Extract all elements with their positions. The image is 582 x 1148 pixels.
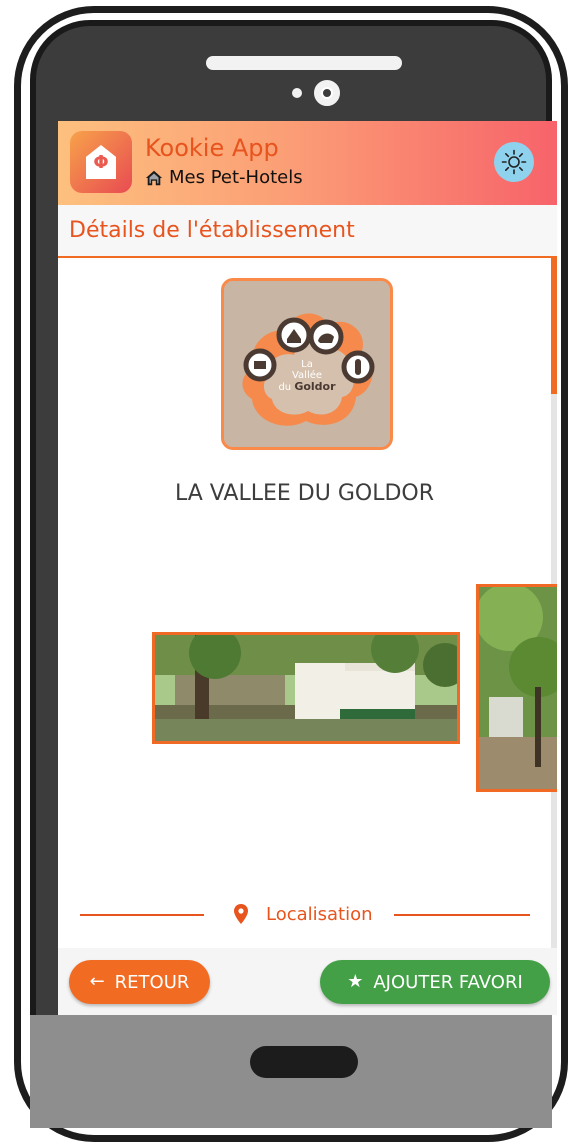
details-content[interactable]: La Vallée du Goldor LA VALLEE DU GOLDOR [58, 258, 557, 948]
establishment-logo-text: La Vallée du Goldor [224, 359, 390, 393]
sun-icon [501, 149, 527, 175]
logo-text-line: du Goldor [224, 381, 390, 393]
photo-garden-trees [479, 587, 557, 789]
page-title: Détails de l'établissement [69, 218, 355, 243]
star-icon: ★ [347, 971, 364, 992]
divider-line [80, 914, 204, 916]
app-screen: Φ Kookie App Mes Pet-Hotels Détails de l… [58, 121, 557, 1015]
add-favorite-label: AJOUTER FAVORI [373, 971, 523, 993]
breadcrumb: Mes Pet-Hotels [145, 166, 303, 190]
app-header: Φ Kookie App Mes Pet-Hotels [58, 121, 557, 205]
app-logo: Φ [70, 131, 132, 193]
logo-text-word: Goldor [294, 380, 336, 393]
phone-speaker [206, 56, 402, 70]
establishment-name: LA VALLEE DU GOLDOR [174, 481, 434, 506]
logo-text-word: du [278, 382, 292, 393]
app-logo-symbol: Φ [93, 152, 109, 173]
localisation-divider: Localisation [80, 903, 530, 927]
scrollbar-thumb[interactable] [551, 258, 557, 394]
logo-text-line: La [301, 359, 313, 370]
app-title: Kookie App [145, 134, 279, 162]
back-button-label: RETOUR [114, 971, 190, 993]
home-icon [145, 170, 163, 186]
divider-line [394, 914, 530, 916]
phone-camera [314, 80, 340, 106]
establishment-photo[interactable] [152, 632, 460, 744]
map-pin-icon [234, 904, 248, 924]
establishment-logo: La Vallée du Goldor [221, 278, 393, 450]
photo-kennel-panorama [155, 635, 457, 741]
action-footer: ← RETOUR ★ AJOUTER FAVORI [58, 948, 557, 1015]
localisation-label[interactable]: Localisation [266, 903, 373, 927]
phone-sensor [292, 88, 302, 98]
breadcrumb-label: Mes Pet-Hotels [169, 167, 303, 188]
add-favorite-button[interactable]: ★ AJOUTER FAVORI [320, 960, 550, 1004]
theme-toggle-button[interactable] [494, 142, 534, 182]
establishment-photo[interactable] [476, 584, 557, 792]
arrow-left-icon: ← [89, 971, 105, 992]
back-button[interactable]: ← RETOUR [69, 960, 210, 1004]
phone-home-button[interactable] [250, 1046, 358, 1078]
page-header: Détails de l'établissement [58, 205, 557, 258]
